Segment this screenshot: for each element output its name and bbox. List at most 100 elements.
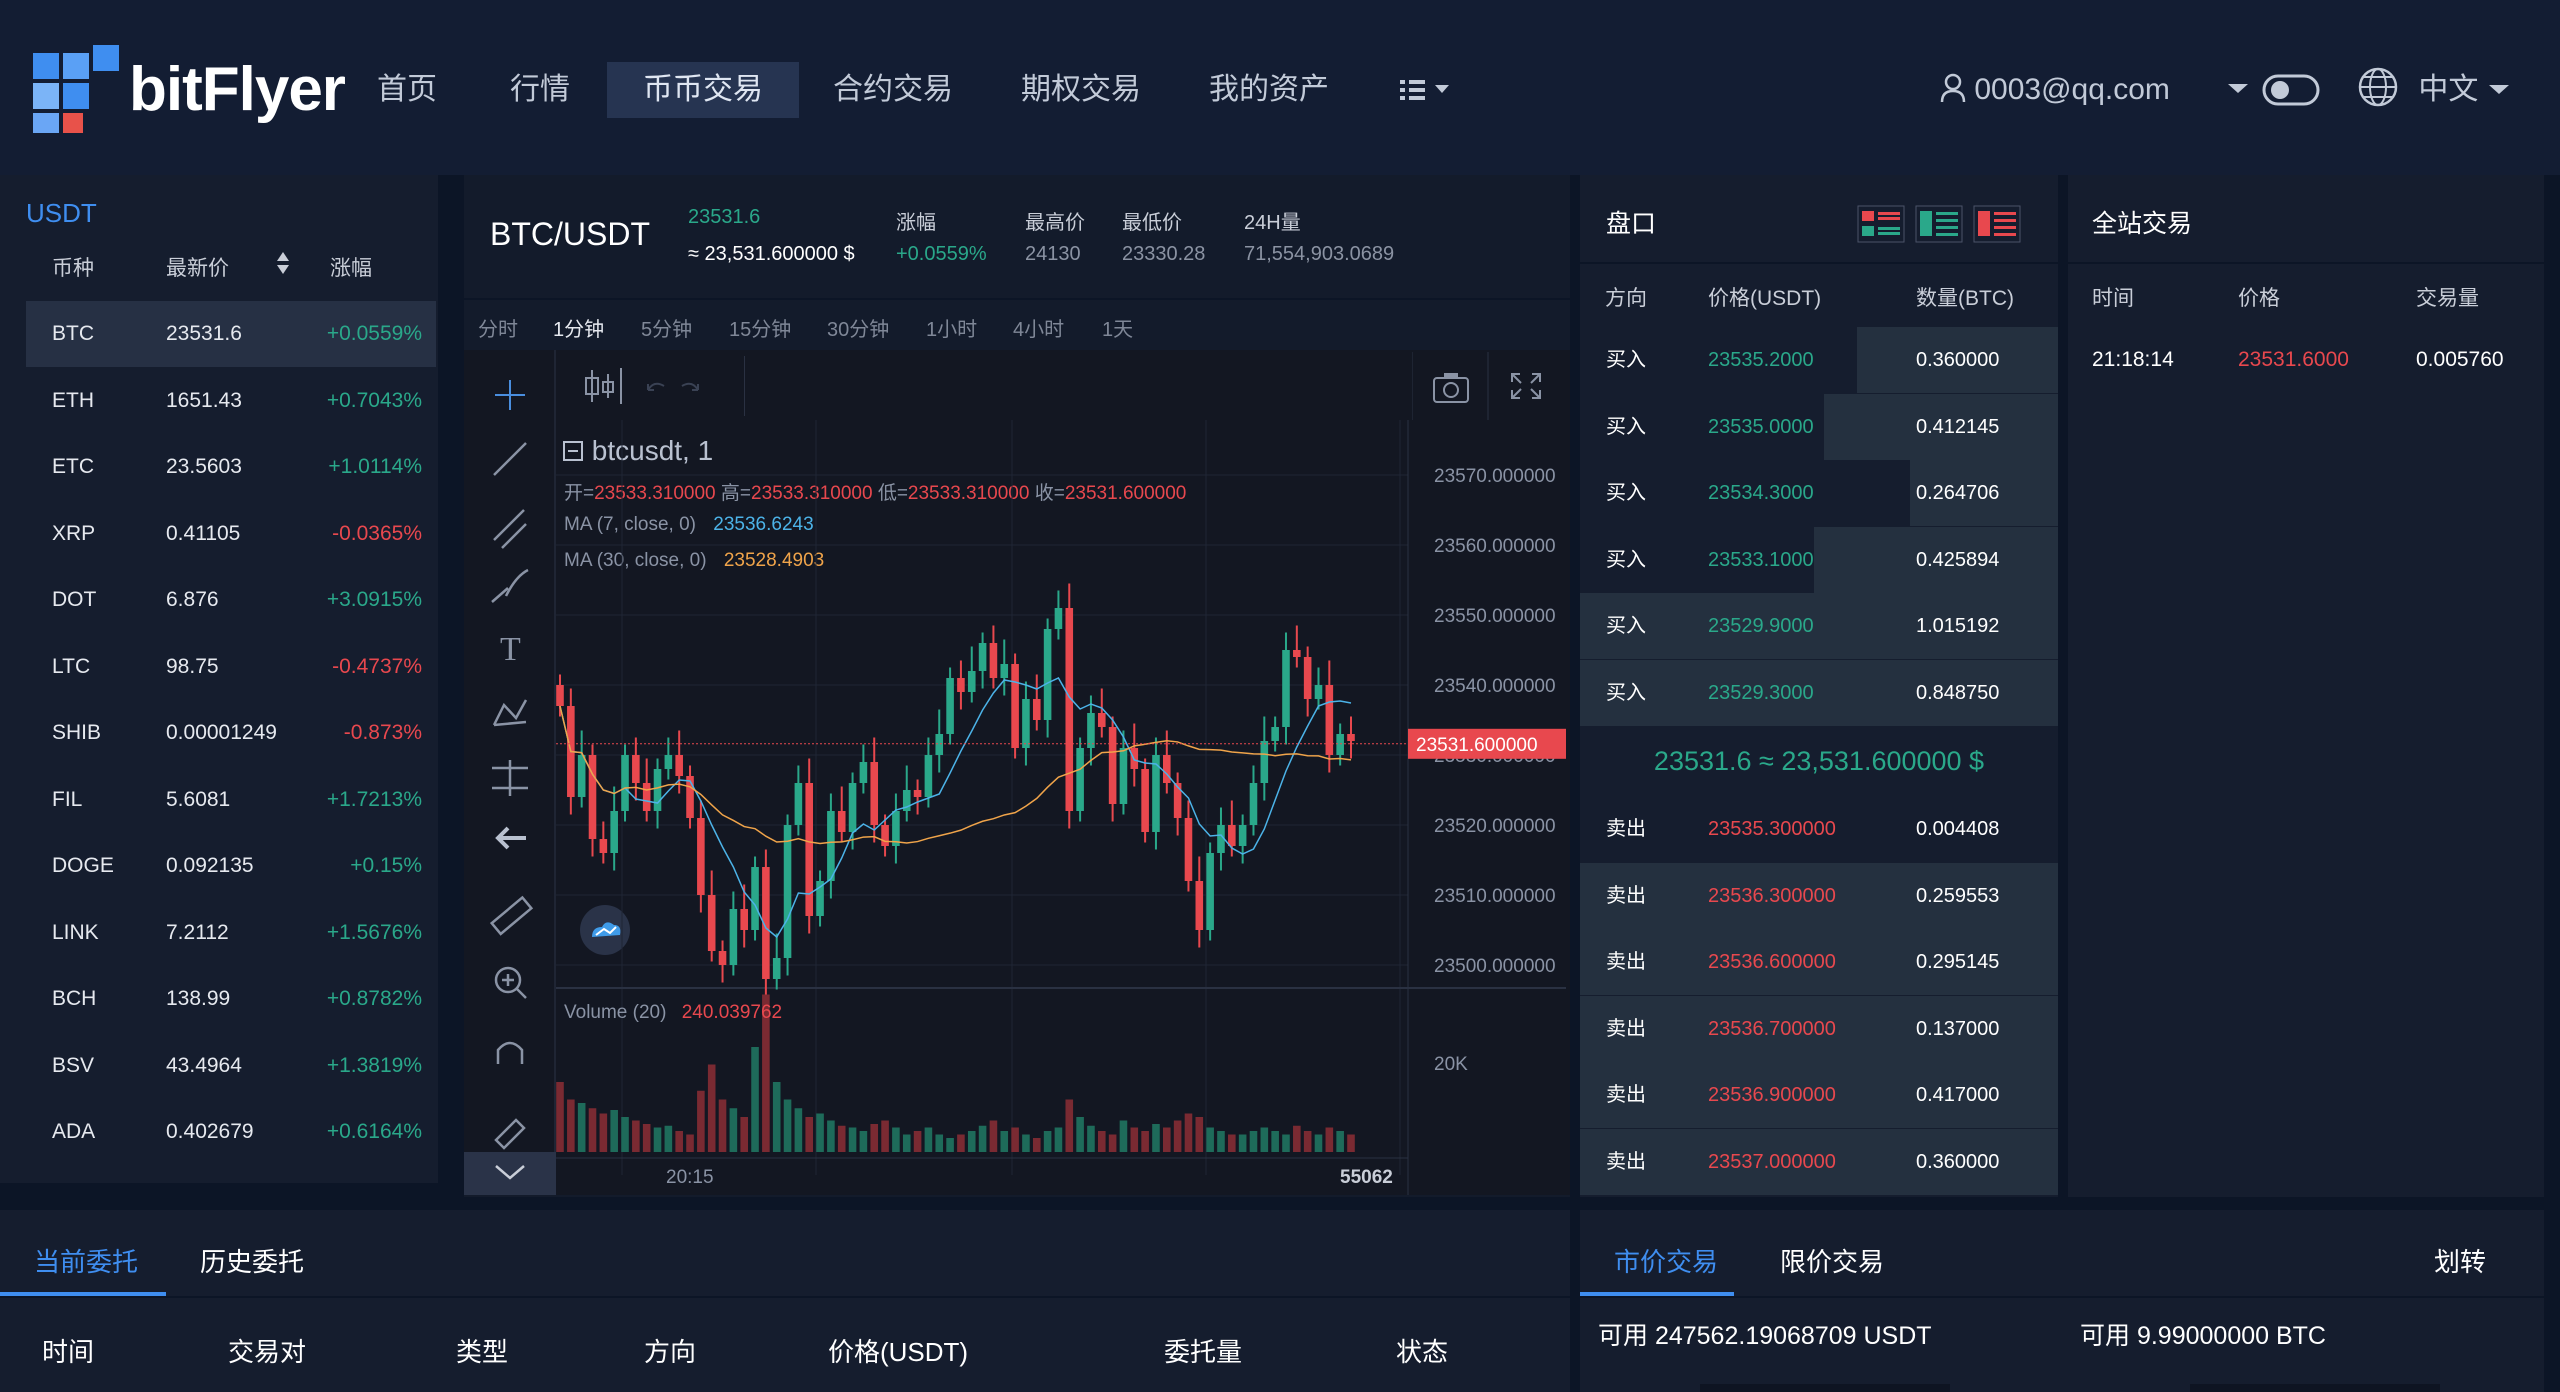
volume-bar [1347,1134,1355,1152]
order-side: 卖出 [1606,884,1646,907]
market-row-bch[interactable]: BCH 138.99 +0.8782% [26,966,436,1032]
market-row-eth[interactable]: ETH 1651.43 +0.7043% [26,368,436,434]
sells-order-row[interactable]: 卖出 23536.600000 0.295145 [1580,929,2058,996]
market-row-xrp[interactable]: XRP 0.41105 -0.0365% [26,501,436,567]
volume-bar [588,1108,597,1152]
buys-order-row[interactable]: 买入 23529.3000 0.848750 [1580,660,2058,726]
nav-market[interactable]: 行情 [474,62,606,118]
sells-order-row[interactable]: 卖出 23537.000000 0.360000 [1580,1129,2058,1195]
transfer-button[interactable]: 划转 [2434,1242,2486,1279]
volume-bar [1173,1120,1182,1152]
orderbook-view-toggles [1856,204,2024,249]
logo[interactable]: bitFlyer [33,44,346,134]
candle [577,755,586,797]
market-row-btc[interactable]: BTC 23531.6 +0.0559% [26,301,436,367]
tab-order-history[interactable]: 历史委托 [200,1242,304,1279]
timeframe-0[interactable]: 分时 [478,313,518,342]
nav-options[interactable]: 期权交易 [985,62,1177,118]
top-header: bitFlyer 首页 行情 币币交易 合约交易 期权交易 我的资产 0003@… [0,0,2560,175]
last-price: 23531.6 [688,206,761,228]
candle [1325,685,1334,755]
orders-col-price: 价格(USDT) [828,1337,969,1367]
timeframe-4[interactable]: 30分钟 [827,313,889,342]
tab-market-order[interactable]: 市价交易 [1614,1242,1718,1279]
market-row-etc[interactable]: ETC 23.5603 +1.0114% [26,434,436,500]
buys-order-row[interactable]: 买入 23529.9000 1.015192 [1580,593,2058,660]
candle [1097,713,1106,727]
sells-order-row[interactable]: 卖出 23536.300000 0.259553 [1580,862,2058,929]
sells-order-row[interactable]: 卖出 23536.900000 0.417000 [1580,1062,2058,1129]
market-row-link[interactable]: LINK 7.2112 +1.5676% [26,900,436,966]
timeframe-2[interactable]: 5分钟 [641,313,692,342]
more-menu-button[interactable] [1396,62,1454,118]
tab-open-orders[interactable]: 当前委托 [34,1242,138,1279]
x-tick-label: 20:15 [666,1167,714,1188]
buys-order-row[interactable]: 买入 23534.3000 0.264706 [1580,460,2058,527]
divider [464,298,1570,300]
market-row-shib[interactable]: SHIB 0.00001249 -0.873% [26,700,436,766]
user-account[interactable]: 0003@qq.com [1940,62,2170,118]
candle [1347,734,1355,741]
language-selector[interactable]: 中文 [2356,62,2511,118]
timeframe-1[interactable]: 1分钟 [553,313,604,342]
timeframe-7[interactable]: 1天 [1102,313,1133,342]
volume-bar [816,1113,824,1152]
candle [967,671,976,692]
nav-futures[interactable]: 合约交易 [797,62,989,118]
buys-order-row[interactable]: 买入 23535.0000 0.412145 [1580,393,2058,460]
market-price: 0.092135 [166,854,254,877]
market-row-dot[interactable]: DOT 6.876 +3.0915% [26,567,436,633]
volume-bar [848,1127,857,1152]
volume-bar [1141,1131,1149,1152]
market-row-ada[interactable]: ADA 0.402679 +0.6164% [26,1099,436,1165]
order-qty: 0.137000 [1916,1017,2000,1040]
timeframe-5[interactable]: 1小时 [926,313,977,342]
candle-type-icon[interactable] [570,356,745,416]
market-coin: DOT [52,588,97,611]
sells-order-row[interactable]: 卖出 23535.300000 0.004408 [1580,796,2058,862]
timeframe-6[interactable]: 4小时 [1013,313,1064,342]
svg-text:T: T [500,631,521,668]
orders-col-side: 方向 [644,1337,697,1367]
volume-bar [1076,1117,1084,1152]
market-row-doge[interactable]: DOGE 0.092135 +0.15% [26,833,436,899]
market-price: 23531.6 [166,322,242,345]
volume-bar [805,1117,814,1152]
nav-assets[interactable]: 我的资产 [1173,62,1365,118]
candle [881,825,889,846]
buys-order-row[interactable]: 买入 23533.1000 0.425894 [1580,526,2058,593]
market-row-fil[interactable]: FIL 5.6081 +1.7213% [26,767,436,833]
nav-spot-trading[interactable]: 币币交易 [607,62,799,118]
theme-toggle[interactable] [2262,62,2320,118]
buy-side-view-icon [1915,205,1963,243]
candle [989,643,998,678]
user-dropdown-button[interactable] [2226,62,2250,118]
divider [2068,262,2544,264]
volume-bar [1195,1117,1204,1152]
fullscreen-button[interactable] [1488,356,1564,416]
timeframe-3[interactable]: 15分钟 [729,313,791,342]
market-row-bsv[interactable]: BSV 43.4964 +1.3819% [26,1033,436,1099]
price-chart[interactable]: 23570.000000 23560.000000 23550.000000 2354… [556,420,1566,1195]
volume-bar [1282,1134,1290,1152]
candle [1238,825,1247,846]
volume-bar [1152,1124,1160,1152]
nav-home[interactable]: 首页 [341,62,473,118]
quote-currency-tab[interactable]: USDT [26,198,97,229]
market-row-ltc[interactable]: LTC 98.75 -0.4737% [26,634,436,700]
camera-icon [1433,373,1469,403]
change-label: 涨幅 [896,212,936,234]
candle [772,958,781,979]
tab-limit-order[interactable]: 限价交易 [1780,1242,1884,1279]
volume-bar [935,1134,944,1152]
buys-order-row[interactable]: 买入 23535.2000 0.360000 [1580,327,2058,393]
candle [794,783,803,825]
col-price[interactable]: 最新价 [166,252,289,282]
scroll-down-button[interactable] [464,1152,556,1192]
market-change: -0.4737% [332,654,422,678]
volume-bar [740,1117,748,1152]
candle [1163,755,1171,783]
sells-order-row[interactable]: 卖出 23536.700000 0.137000 [1580,995,2058,1062]
available-usdt: 可用 247562.19068709 USDT [1598,1322,1932,1350]
screenshot-button[interactable] [1412,356,1488,416]
